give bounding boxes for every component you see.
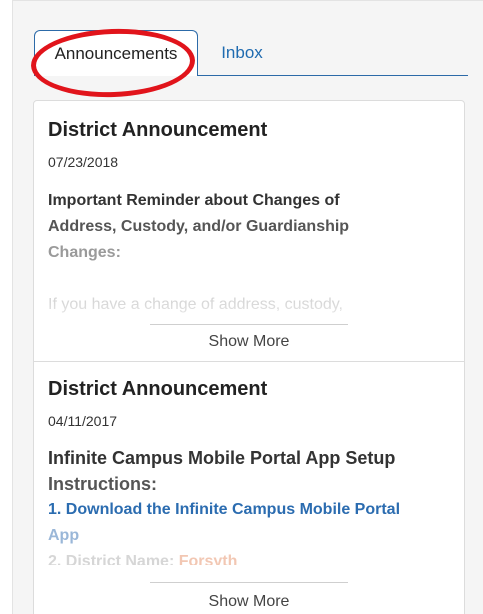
tab-inbox[interactable]: Inbox: [212, 30, 272, 76]
announcement-card: District Announcement 04/11/2017 Infinit…: [34, 361, 464, 614]
announcement-text-line: Changes:: [48, 244, 121, 261]
announcement-list: District Announcement 07/23/2018 Importa…: [33, 100, 465, 614]
announcement-date: 07/23/2018: [48, 154, 119, 170]
tab-underline: [198, 74, 468, 76]
divider: [150, 324, 348, 325]
announcement-text-line: Address, Custody, and/or Guardianship: [48, 218, 350, 235]
tab-announcements[interactable]: Announcements: [34, 30, 198, 76]
announcement-title: District Announcement: [48, 119, 268, 141]
instruction-step: 2. District Name: Forsyth: [48, 549, 450, 565]
announcement-text-line: Infinite Campus Mobile Portal App Setup: [48, 448, 396, 468]
divider: [150, 582, 348, 583]
announcement-date: 04/11/2017: [48, 413, 118, 429]
instruction-step: 1. Download the Infinite Campus Mobile P…: [48, 501, 401, 518]
show-more-button[interactable]: Show More: [34, 593, 464, 611]
announcement-body: Infinite Campus Mobile Portal App Setup …: [48, 445, 450, 565]
announcement-text-line: Important Reminder about Changes of: [48, 192, 340, 209]
instruction-step: App: [48, 527, 80, 544]
tab-bar: Announcements Inbox: [22, 30, 468, 76]
announcement-title: District Announcement: [48, 378, 268, 400]
step-value: Forsyth: [178, 553, 238, 565]
step-label: 2. District Name:: [48, 553, 175, 565]
announcement-text-line: Instructions:: [48, 474, 158, 494]
tab-inbox-label: Inbox: [221, 43, 263, 62]
announcement-body: Important Reminder about Changes of Addr…: [48, 188, 450, 318]
show-more-button[interactable]: Show More: [34, 333, 464, 351]
announcement-card: District Announcement 07/23/2018 Importa…: [34, 101, 464, 359]
tab-announcements-label: Announcements: [54, 43, 178, 63]
